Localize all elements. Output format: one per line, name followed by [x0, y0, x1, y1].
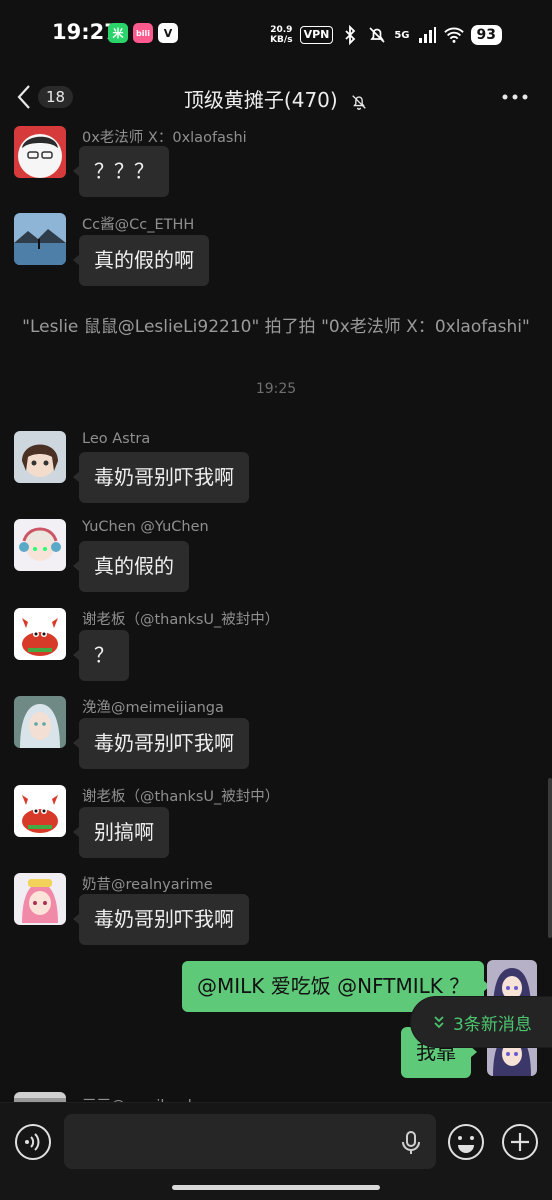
bluetooth-icon: [345, 25, 356, 45]
vpn-badge: VPN: [299, 26, 334, 44]
message-bubble[interactable]: 毒奶哥别吓我啊: [73, 718, 249, 769]
scrollbar-thumb[interactable]: [548, 778, 552, 938]
avatar-crab: [14, 608, 66, 660]
new-messages-label: 3条新消息: [453, 1014, 532, 1035]
mute-icon: [352, 94, 366, 110]
avatar-lake-photo: [14, 213, 66, 265]
sender-name: Cc酱@Cc_ETHH: [82, 217, 195, 233]
message-bubble[interactable]: 毒奶哥别吓我啊: [73, 894, 249, 945]
voice-input-icon[interactable]: [14, 1123, 52, 1161]
avatar[interactable]: [14, 696, 66, 748]
message-bubble[interactable]: 真的假的: [73, 541, 189, 592]
battery-level: 93: [470, 25, 502, 45]
microphone-icon[interactable]: [400, 1130, 422, 1156]
chat-title-wrap: 顶级黄摊子(470): [0, 84, 552, 113]
avatar-white-hair: [14, 696, 66, 748]
avatar[interactable]: [14, 431, 66, 483]
signal-icon: [418, 27, 436, 43]
input-bar: [0, 1102, 552, 1200]
message-bubble[interactable]: 真的假的啊: [73, 235, 209, 286]
avatar-anime-girl-brown: [14, 431, 66, 483]
message-bubble[interactable]: ？？？: [73, 146, 169, 197]
time-divider: 19:25: [255, 381, 297, 397]
message-list[interactable]: 0x老法师 X：0xlaofashi ？？？ Cc酱@Cc_ETHH 真的假的啊…: [0, 126, 552, 1102]
sender-name: 谢老板（@thanksU_被封中）: [82, 789, 280, 805]
home-indicator: [172, 1185, 380, 1190]
system-note: "Leslie 鼠鼠@LeslieLi92210" 拍了拍 "0x老法师 X：0…: [22, 317, 530, 337]
message-bubble[interactable]: 毒奶哥别吓我啊: [73, 452, 249, 503]
sender-name: 0x老法师 X：0xlaofashi: [82, 130, 247, 146]
avatar-pink-hair: [14, 873, 66, 925]
avatar[interactable]: [14, 608, 66, 660]
mi-home-icon: 米: [108, 23, 128, 43]
status-bar: 19:27 米 bili V 20.9 KB/s VPN 5G 93: [0, 0, 552, 70]
double-chevron-down-icon: [434, 1016, 444, 1029]
avatar[interactable]: [14, 519, 66, 571]
status-indicators: 20.9 KB/s VPN 5G 93: [270, 22, 502, 48]
avatar[interactable]: [14, 785, 66, 837]
plus-icon[interactable]: [501, 1123, 539, 1161]
avatar[interactable]: [14, 213, 66, 265]
avatar-crab: [14, 785, 66, 837]
chat-title: 顶级黄摊子(470): [183, 88, 338, 112]
message-bubble[interactable]: ？: [73, 630, 129, 681]
net-speed-unit: KB/s: [270, 35, 293, 45]
sender-name: 奶昔@realnyarime: [82, 877, 213, 893]
network-type: 5G: [394, 29, 410, 41]
sender-name: 谢老板（@thanksU_被封中）: [82, 612, 280, 628]
sender-name: 浼渔@meimeijianga: [82, 700, 224, 716]
avatar[interactable]: [14, 873, 66, 925]
sender-name: Leo Astra: [82, 431, 151, 447]
avatar-anime-headphones: [14, 519, 66, 571]
message-input[interactable]: [64, 1114, 436, 1169]
bell-muted-icon: [369, 27, 385, 43]
v-app-icon: V: [158, 23, 178, 43]
avatar-grey: [14, 1092, 66, 1102]
message-bubble[interactable]: 别搞啊: [73, 807, 169, 858]
chat-header: 18 顶级黄摊子(470): [0, 70, 552, 126]
wifi-icon: [443, 27, 464, 43]
emoji-icon[interactable]: [447, 1123, 485, 1161]
net-speed: 20.9 KB/s: [270, 25, 292, 45]
avatar[interactable]: [14, 126, 66, 178]
more-options-icon[interactable]: [500, 84, 530, 110]
bilibili-icon: bili: [133, 23, 153, 43]
avatar[interactable]: [14, 1092, 66, 1102]
avatar-anime-glasses: [14, 126, 66, 178]
new-messages-button[interactable]: 3条新消息: [411, 997, 552, 1047]
sender-name: YuChen @YuChen: [82, 519, 209, 535]
sender-name: 三三@sumiloudo: [82, 1094, 201, 1102]
net-speed-value: 20.9: [270, 25, 293, 35]
